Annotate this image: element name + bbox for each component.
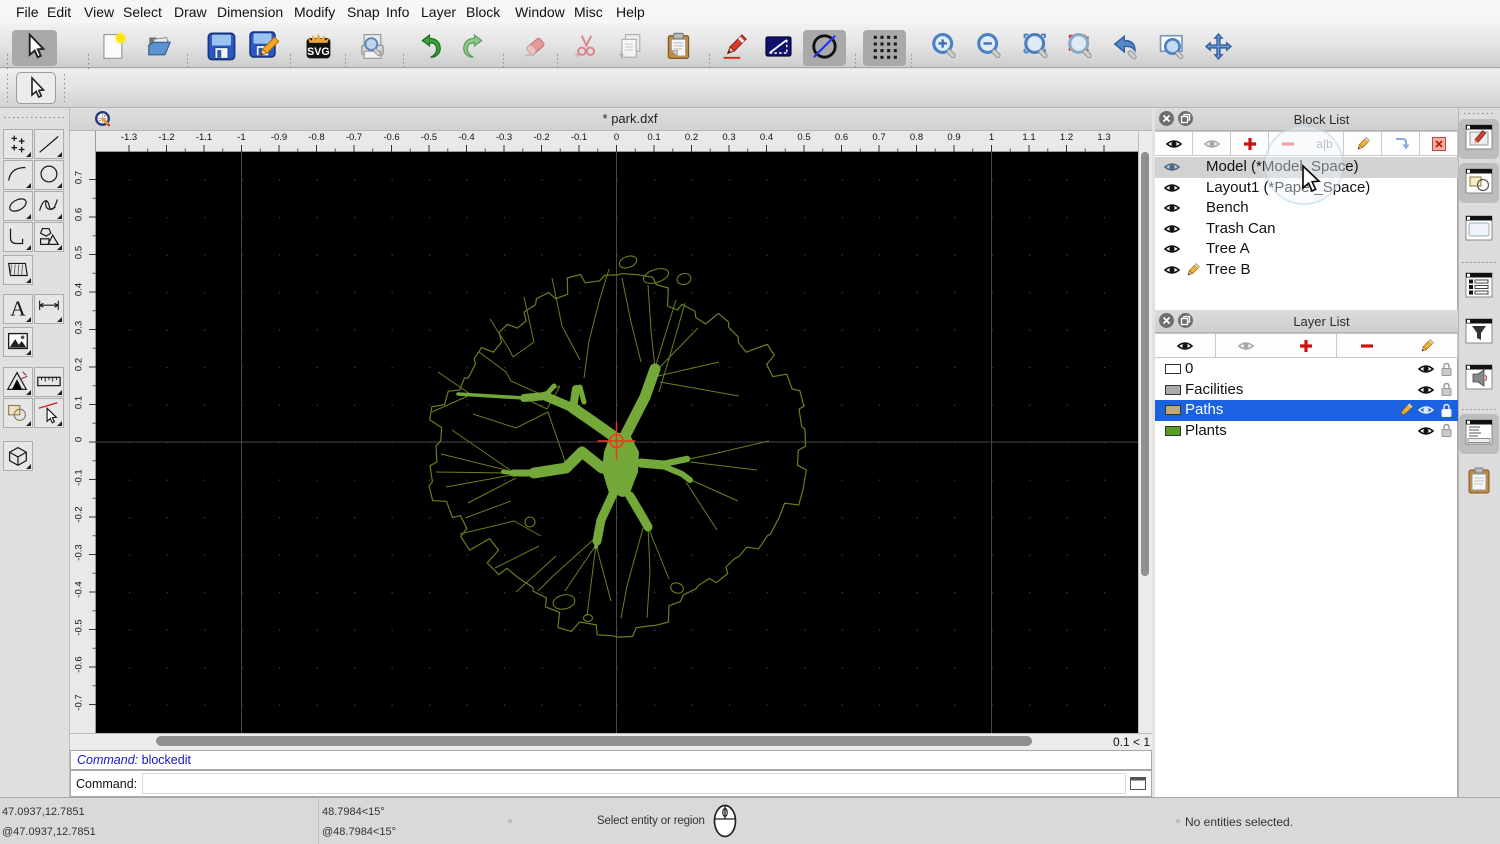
svg-text:SVG: SVG (307, 46, 330, 58)
svg-text:+: + (574, 49, 580, 61)
svg-text:A: A (10, 296, 26, 320)
svg-text:+: + (618, 49, 624, 61)
